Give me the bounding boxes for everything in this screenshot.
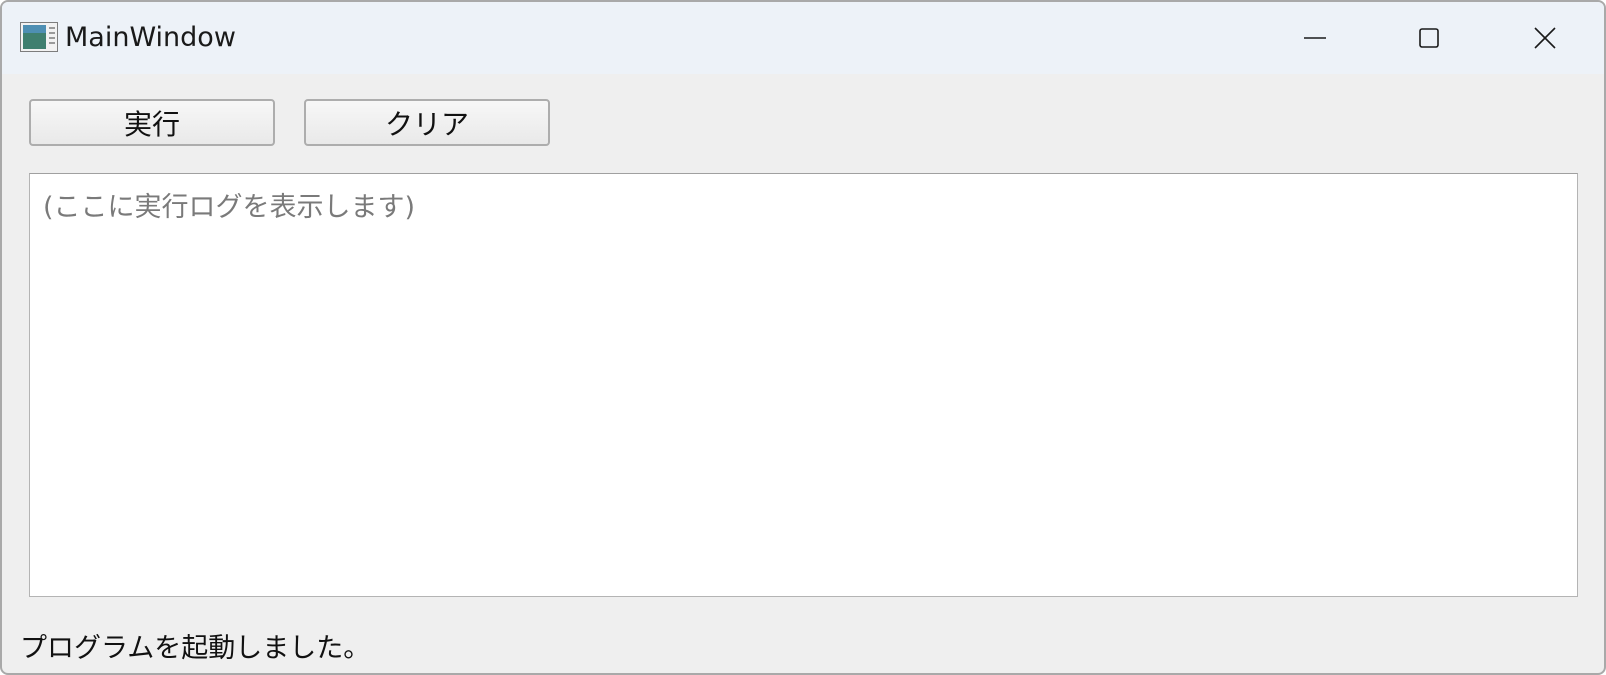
title-bar[interactable]: MainWindow: [2, 2, 1604, 74]
maximize-button[interactable]: [1372, 2, 1486, 74]
clear-button[interactable]: クリア: [304, 99, 550, 146]
log-placeholder: (ここに実行ログを表示します): [43, 192, 416, 223]
main-window: MainWindow 実行 クリア (ここに実行ログを表示します) プログラムを…: [0, 0, 1606, 675]
close-button[interactable]: [1488, 2, 1602, 74]
maximize-icon: [1417, 26, 1441, 50]
log-output-area[interactable]: (ここに実行ログを表示します): [29, 173, 1578, 597]
close-icon: [1533, 26, 1557, 50]
app-window-icon: [20, 22, 58, 52]
window-title: MainWindow: [65, 22, 236, 53]
minimize-icon: [1303, 26, 1327, 50]
status-message: プログラムを起動しました。: [20, 633, 371, 664]
run-button[interactable]: 実行: [29, 99, 275, 146]
minimize-button[interactable]: [1258, 2, 1372, 74]
